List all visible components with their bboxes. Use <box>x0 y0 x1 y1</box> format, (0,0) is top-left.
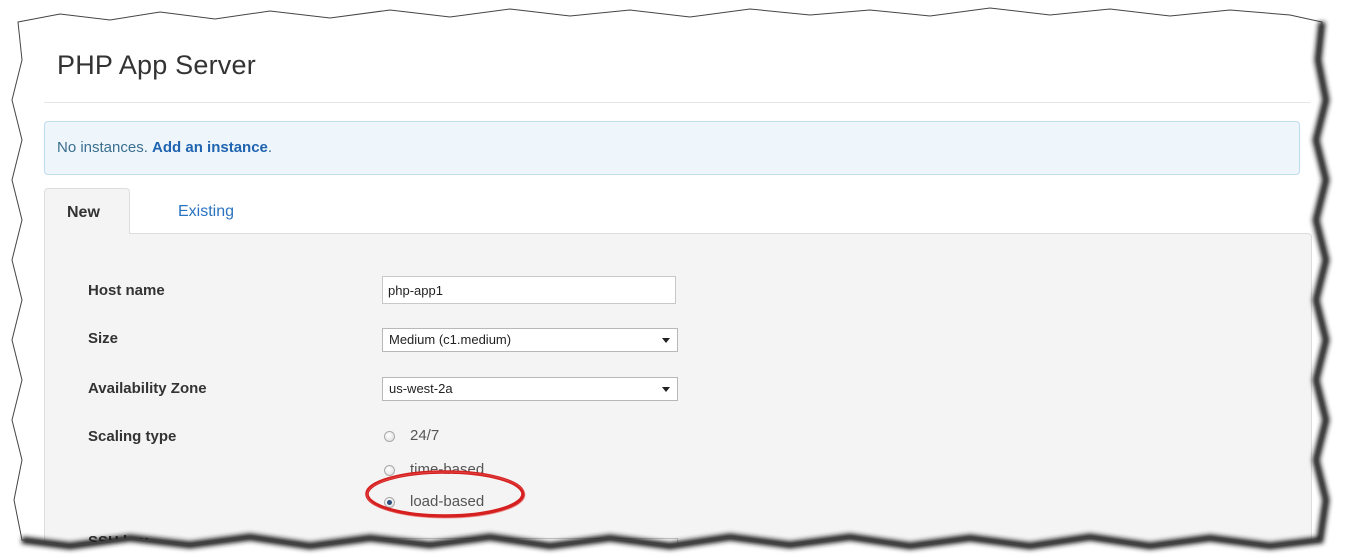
availability-zone-selected-value: us-west-2a <box>389 381 453 396</box>
chevron-down-icon <box>662 387 670 392</box>
page-title: PHP App Server <box>57 50 256 80</box>
ssh-key-select[interactable] <box>382 538 678 543</box>
radio-checked-icon[interactable] <box>384 497 395 508</box>
radio-icon[interactable] <box>384 431 395 442</box>
ssh-key-label: SSH key <box>88 533 149 543</box>
scaling-option-label: time-based <box>410 461 485 478</box>
scaling-option-label: load-based <box>410 493 485 510</box>
availability-zone-select[interactable]: us-west-2a <box>382 377 678 401</box>
availability-zone-label: Availability Zone <box>88 380 207 397</box>
new-instance-form <box>44 233 1312 543</box>
size-selected-value: Medium (c1.medium) <box>389 332 512 347</box>
scaling-option-label: 24/7 <box>410 427 440 444</box>
app-page: PHP App Server No instances. Add an inst… <box>22 18 1322 543</box>
host-name-label: Host name <box>88 282 165 299</box>
scaling-type-label: Scaling type <box>88 428 177 445</box>
host-name-input[interactable] <box>382 276 676 304</box>
chevron-down-icon <box>662 338 670 343</box>
alert-text: No instances. <box>57 139 153 156</box>
screenshot-canvas: PHP App Server No instances. Add an inst… <box>0 0 1351 558</box>
size-label: Size <box>88 330 119 347</box>
tab-new[interactable]: New <box>44 188 130 234</box>
add-instance-link[interactable]: Add an instance <box>152 139 268 156</box>
tab-existing[interactable]: Existing <box>156 188 256 234</box>
instance-tabs: New Existing <box>44 188 1310 234</box>
no-instances-alert: No instances. Add an instance. <box>44 121 1300 175</box>
size-select[interactable]: Medium (c1.medium) <box>382 328 678 352</box>
title-divider <box>44 102 1310 103</box>
radio-icon[interactable] <box>384 465 395 476</box>
alert-suffix: . <box>267 139 273 156</box>
